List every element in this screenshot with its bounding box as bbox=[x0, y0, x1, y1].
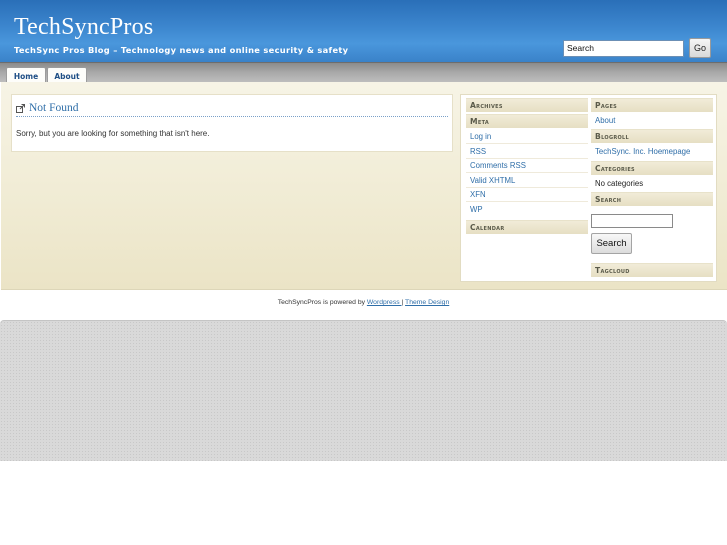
external-link-icon bbox=[16, 103, 25, 113]
sidebar: Archives Meta Log in RSS Comments RSS Va… bbox=[460, 94, 717, 282]
meta-link-rss[interactable]: RSS bbox=[470, 147, 486, 156]
post-title[interactable]: Not Found bbox=[29, 102, 79, 114]
meta-link-wp[interactable]: WP bbox=[470, 205, 483, 214]
categories-heading: Categories bbox=[591, 161, 713, 175]
content-area: Not Found Sorry, but you are looking for… bbox=[1, 82, 727, 290]
site-tagline: TechSync Pros Blog – Technology news and… bbox=[14, 45, 349, 55]
calendar-heading: Calendar bbox=[466, 220, 588, 234]
post-title-row: Not Found bbox=[16, 100, 448, 117]
pages-heading: Pages bbox=[591, 98, 713, 112]
pages-link-about[interactable]: About bbox=[595, 116, 615, 125]
meta-link-xfn[interactable]: XFN bbox=[470, 190, 486, 199]
divider bbox=[466, 158, 588, 159]
tagcloud-heading: Tagcloud bbox=[591, 263, 713, 277]
divider bbox=[466, 172, 588, 173]
blogroll-link-homepage[interactable]: TechSync. Inc. Hoemepage bbox=[595, 147, 690, 156]
sidebar-search-button[interactable]: Search bbox=[591, 233, 632, 254]
archives-heading: Archives bbox=[466, 98, 588, 112]
go-button[interactable]: Go bbox=[689, 38, 711, 58]
post-body-text: Sorry, but you are looking for something… bbox=[16, 129, 210, 138]
meta-heading: Meta bbox=[466, 114, 588, 128]
footer-powered-by-text: TechSyncPros is powered by bbox=[277, 299, 367, 306]
divider bbox=[466, 201, 588, 202]
footer: TechSyncPros is powered by Wordpress | T… bbox=[0, 299, 727, 306]
site-header: TechSyncPros TechSync Pros Blog – Techno… bbox=[0, 0, 727, 62]
header-search-input[interactable]: Search bbox=[563, 40, 684, 57]
search-heading: Search bbox=[591, 192, 713, 206]
footer-wordpress-link[interactable]: Wordpress bbox=[367, 299, 402, 306]
divider bbox=[466, 143, 588, 144]
blogroll-heading: Blogroll bbox=[591, 129, 713, 143]
nav-bar: Home About bbox=[0, 62, 727, 84]
bottom-background-panel bbox=[0, 320, 727, 461]
meta-link-valid-xhtml[interactable]: Valid XHTML bbox=[470, 176, 515, 185]
divider bbox=[466, 187, 588, 188]
site-title[interactable]: TechSyncPros bbox=[14, 15, 153, 39]
sidebar-search-input[interactable] bbox=[591, 214, 673, 228]
post: Not Found Sorry, but you are looking for… bbox=[11, 94, 453, 152]
meta-link-comments-rss[interactable]: Comments RSS bbox=[470, 161, 526, 170]
footer-theme-design-link[interactable]: Theme Design bbox=[405, 299, 449, 306]
meta-link-login[interactable]: Log in bbox=[470, 132, 491, 141]
categories-empty-text: No categories bbox=[595, 179, 644, 188]
